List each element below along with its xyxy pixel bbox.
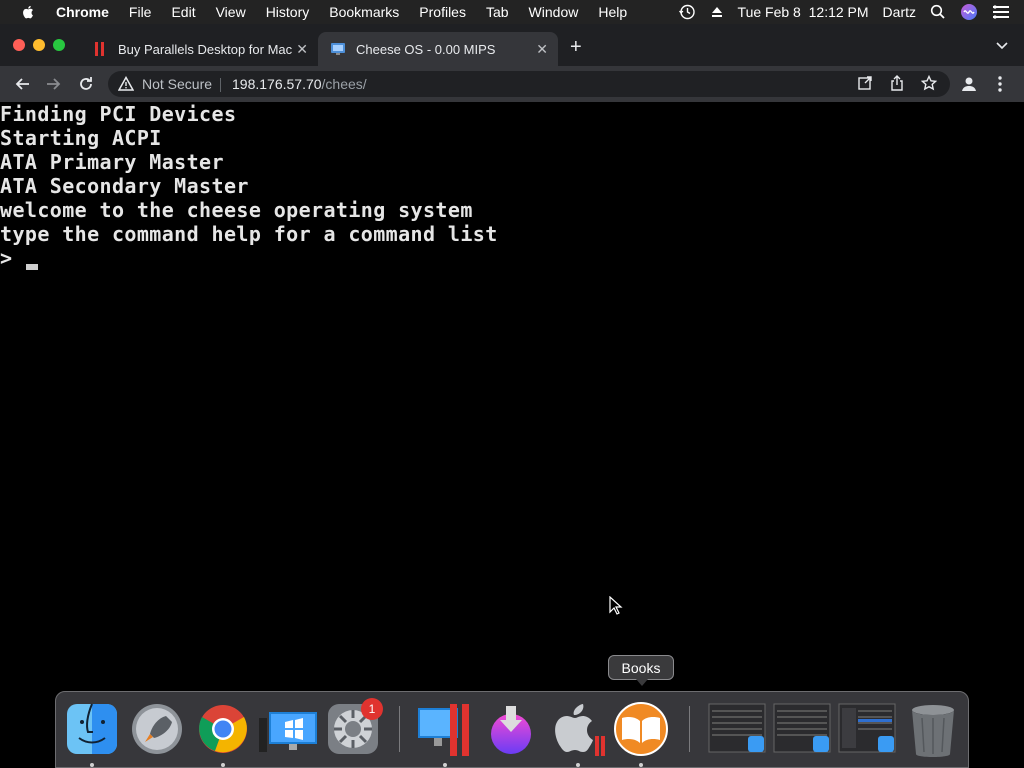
tab-search-chevron-down-icon[interactable] <box>996 38 1008 53</box>
menu-profiles[interactable]: Profiles <box>419 4 466 20</box>
control-center-icon[interactable] <box>992 5 1010 19</box>
eject-icon[interactable] <box>710 5 724 19</box>
forward-arrow-icon[interactable] <box>42 72 66 96</box>
menu-edit[interactable]: Edit <box>171 4 195 20</box>
time-machine-icon[interactable] <box>678 3 696 21</box>
close-window-button[interactable] <box>13 39 25 51</box>
menu-history[interactable]: History <box>266 4 310 20</box>
menu-app-chrome[interactable]: Chrome <box>56 4 109 20</box>
parallels-icon <box>92 41 108 57</box>
tab-parallels[interactable]: Buy Parallels Desktop for Mac ✕ <box>80 32 318 66</box>
kebab-menu-icon[interactable] <box>988 72 1012 96</box>
maximize-window-button[interactable] <box>53 39 65 51</box>
not-secure-label[interactable]: Not Secure <box>142 76 212 92</box>
running-indicator <box>443 763 447 767</box>
finder-window-thumbnail-icon[interactable] <box>838 702 896 756</box>
launchpad-icon[interactable] <box>130 702 184 756</box>
menu-tab[interactable]: Tab <box>486 4 509 20</box>
dock <box>55 691 969 768</box>
console-line: Starting ACPI <box>0 126 162 150</box>
divider <box>220 78 221 92</box>
profile-avatar-icon[interactable] <box>957 72 981 96</box>
mouse-pointer-icon <box>609 595 623 621</box>
running-indicator <box>639 763 643 767</box>
running-indicator <box>576 763 580 767</box>
warning-triangle-icon[interactable] <box>117 75 135 97</box>
windows-vm-icon[interactable] <box>259 702 317 756</box>
console-line: welcome to the cheese operating system <box>0 198 473 222</box>
console-prompt: > <box>0 246 13 270</box>
close-tab-icon[interactable]: ✕ <box>536 41 548 58</box>
tab-strip: Buy Parallels Desktop for Mac ✕ Cheese O… <box>0 24 1024 66</box>
monitor-icon <box>330 41 346 57</box>
menu-window[interactable]: Window <box>529 4 579 20</box>
menu-file[interactable]: File <box>129 4 152 20</box>
open-in-app-icon[interactable] <box>857 75 875 93</box>
dock-divider <box>689 706 690 752</box>
console-line: ATA Primary Master <box>0 150 224 174</box>
cheese-os-console[interactable]: Finding PCI Devices Starting ACPI ATA Pr… <box>0 102 1024 702</box>
menu-view[interactable]: View <box>216 4 246 20</box>
trash-icon[interactable] <box>906 702 960 757</box>
bookmark-star-icon[interactable] <box>920 74 939 93</box>
notification-badge: 1 <box>361 698 383 720</box>
dock-tooltip: Books <box>608 655 674 686</box>
user-name[interactable]: Dartz <box>883 4 916 20</box>
finder-window-thumbnail-icon[interactable] <box>773 702 831 756</box>
dock-divider <box>399 706 400 752</box>
url-path: /chees/ <box>321 76 367 92</box>
menu-bookmarks[interactable]: Bookmarks <box>329 4 399 20</box>
parallels-desktop-icon[interactable] <box>416 702 476 756</box>
share-icon[interactable] <box>889 75 907 93</box>
url-host: 198.176.57.70 <box>232 76 322 92</box>
reload-icon[interactable] <box>74 72 98 96</box>
tab-cheese-os[interactable]: Cheese OS - 0.00 MIPS ✕ <box>318 32 558 66</box>
browser-toolbar: Not Secure 198.176.57.70/chees/ <box>0 66 1024 102</box>
text-cursor <box>26 264 38 270</box>
chrome-icon[interactable] <box>196 702 250 756</box>
running-indicator <box>90 763 94 767</box>
finder-icon[interactable] <box>65 702 119 756</box>
console-line: ATA Secondary Master <box>0 174 249 198</box>
tab-title: Buy Parallels Desktop for Mac <box>118 41 293 57</box>
close-tab-icon[interactable]: ✕ <box>296 41 308 58</box>
back-arrow-icon[interactable] <box>10 72 34 96</box>
new-tab-plus-icon[interactable]: + <box>570 36 582 59</box>
books-icon[interactable] <box>614 702 668 756</box>
running-indicator <box>221 763 225 767</box>
minimize-window-button[interactable] <box>33 39 45 51</box>
console-line: Finding PCI Devices <box>0 102 237 126</box>
clock[interactable]: Tue Feb 8 12:12 PM <box>738 4 869 20</box>
downloader-app-icon[interactable] <box>484 702 538 756</box>
console-line: type the command help for a command list <box>0 222 498 246</box>
url-text[interactable]: 198.176.57.70/chees/ <box>232 76 367 92</box>
boot-camp-apple-icon[interactable] <box>549 702 605 756</box>
spotlight-search-icon[interactable] <box>930 4 946 20</box>
address-bar[interactable]: Not Secure 198.176.57.70/chees/ <box>108 71 950 97</box>
tab-title: Cheese OS - 0.00 MIPS <box>356 41 496 57</box>
siri-icon[interactable] <box>960 3 978 21</box>
menu-bar: Chrome File Edit View History Bookmarks … <box>0 0 1024 24</box>
menu-help[interactable]: Help <box>598 4 627 20</box>
apple-menu-icon[interactable] <box>20 4 36 20</box>
finder-window-thumbnail-icon[interactable] <box>708 702 766 756</box>
